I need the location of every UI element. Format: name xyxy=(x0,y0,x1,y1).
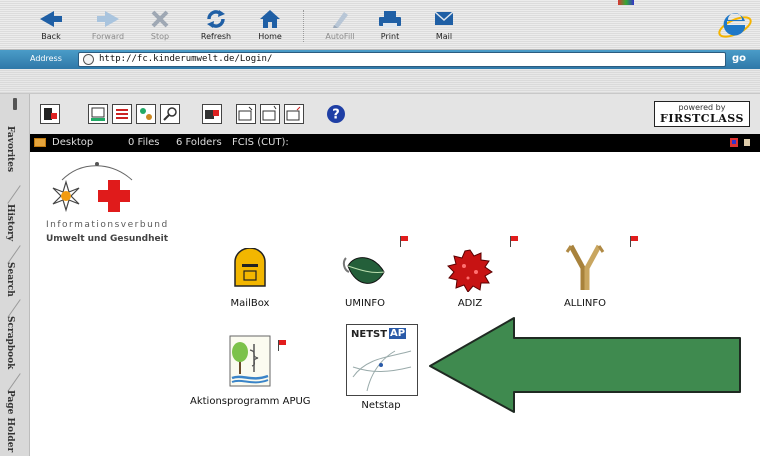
logo-text-line1: Informationsverbund xyxy=(46,220,169,230)
flag-icon xyxy=(630,236,640,247)
server-clock: FCIS (CUT): xyxy=(232,137,289,148)
mail-list-icon[interactable] xyxy=(112,104,132,124)
file-count: 0 Files xyxy=(128,137,160,148)
desktop-area: Informationsverbund Umwelt und Gesundhei… xyxy=(30,152,760,456)
browser-toolbar: Back Forward Stop Refresh Home AutoFill … xyxy=(0,0,760,50)
internet-explorer-logo-icon xyxy=(718,13,752,38)
flag-icon xyxy=(400,236,410,247)
forward-arrow-icon xyxy=(97,11,119,27)
directory-icon[interactable] xyxy=(136,104,156,124)
autofill-button[interactable]: AutoFill xyxy=(314,8,366,44)
autofill-icon xyxy=(333,12,348,28)
powered-by-firstclass-badge[interactable]: powered by FIRSTCLASS xyxy=(654,101,750,127)
desktop-status-bar: Desktop 0 Files 6 Folders FCIS (CUT): xyxy=(30,134,760,152)
desktop-item-adiz[interactable]: ADIZ xyxy=(440,236,518,316)
sidebar-divider xyxy=(7,373,21,392)
go-button[interactable]: go xyxy=(732,53,756,66)
netstap-icon: NETST AP xyxy=(346,324,418,396)
sidebar-tab-favorites[interactable]: Favorites xyxy=(5,126,15,172)
status-flag-icon xyxy=(618,0,634,5)
explorer-sidebar: Favorites History Search Scrapbook Page … xyxy=(0,94,30,456)
desktop-title: Desktop xyxy=(52,137,94,148)
mail-icon xyxy=(434,11,454,25)
help-icon[interactable]: ? xyxy=(326,104,346,124)
firstclass-toolbar: ? powered by FIRSTCLASS xyxy=(30,94,760,134)
sidebar-tab-search[interactable]: Search xyxy=(5,262,15,297)
sidebar-divider xyxy=(7,245,21,264)
address-label: Address xyxy=(30,54,62,63)
back-arrow-icon xyxy=(40,11,62,27)
address-bar: Address http://fc.kinderumwelt.de/Login/… xyxy=(0,50,760,69)
netstap-graphic-icon xyxy=(352,350,412,392)
desktop-item-aktionsprogramm-apug[interactable]: Aktionsprogramm APUG xyxy=(190,334,311,410)
new-folder-icon[interactable] xyxy=(236,104,256,124)
allinfo-icon xyxy=(565,244,605,290)
address-url: http://fc.kinderumwelt.de/Login/ xyxy=(99,54,273,64)
new-message-icon[interactable] xyxy=(88,104,108,124)
who-is-online-icon[interactable] xyxy=(202,104,222,124)
stop-button[interactable]: Stop xyxy=(134,8,186,44)
upload-icon[interactable] xyxy=(284,104,304,124)
forward-button[interactable]: Forward xyxy=(82,8,134,44)
folder-icon xyxy=(34,138,46,147)
logo-text-line2: Umwelt und Gesundheit xyxy=(46,234,169,244)
desktop-item-mailbox[interactable]: MailBox xyxy=(220,248,280,316)
toolbar-separator xyxy=(303,10,304,42)
flag-icon xyxy=(278,340,288,351)
logout-icon[interactable] xyxy=(40,104,60,124)
new-conference-icon[interactable] xyxy=(260,104,280,124)
back-button[interactable]: Back xyxy=(25,8,77,44)
apug-icon xyxy=(229,335,271,387)
desktop-item-netstap[interactable]: NETST AP Netstap xyxy=(342,324,420,412)
desktop-item-uminfo[interactable]: UMINFO xyxy=(330,236,408,316)
green-arrow-pointer-icon xyxy=(429,317,741,413)
home-button[interactable]: Home xyxy=(244,8,296,44)
search-icon[interactable] xyxy=(160,104,180,124)
home-icon xyxy=(260,10,280,28)
toolbar-spacer xyxy=(0,69,760,94)
adiz-icon xyxy=(447,249,493,292)
sidebar-tab-history[interactable]: History xyxy=(5,204,15,241)
sidebar-divider xyxy=(7,299,21,318)
print-button[interactable]: Print xyxy=(364,8,416,44)
folder-count: 6 Folders xyxy=(176,137,222,148)
sidebar-tab-scrapbook[interactable]: Scrapbook xyxy=(5,316,15,369)
uminfo-icon xyxy=(342,257,385,284)
stop-icon xyxy=(151,10,169,28)
sidebar-tab-page-holder[interactable]: Page Holder xyxy=(5,390,15,452)
page-globe-icon xyxy=(83,54,94,65)
refresh-icon xyxy=(207,10,225,28)
window-controls-icon[interactable] xyxy=(730,138,752,148)
sidebar-grip-icon[interactable] xyxy=(13,98,17,110)
mail-button[interactable]: Mail xyxy=(418,8,470,44)
desktop-item-allinfo[interactable]: ALLINFO xyxy=(550,236,638,316)
mailbox-icon xyxy=(234,248,266,287)
refresh-button[interactable]: Refresh xyxy=(190,8,242,44)
address-input[interactable]: http://fc.kinderumwelt.de/Login/ xyxy=(78,52,726,67)
sidebar-divider xyxy=(7,185,21,204)
svg-text:?: ? xyxy=(332,108,340,123)
organisation-logo-icon xyxy=(52,162,133,213)
flag-icon xyxy=(510,236,520,247)
print-icon xyxy=(379,11,401,28)
